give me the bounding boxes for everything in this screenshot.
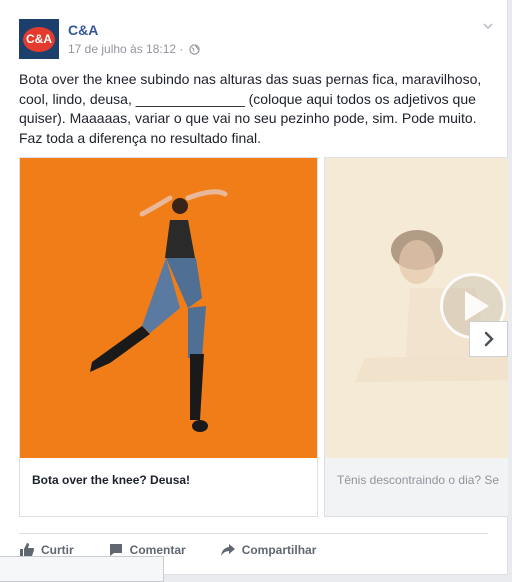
like-label: Curtir (41, 543, 74, 557)
model-figure (90, 189, 228, 432)
comment-label: Comentar (129, 543, 186, 557)
globe-icon (189, 43, 201, 55)
share-button[interactable]: Compartilhar (220, 540, 317, 560)
carousel-card-title-2: Tênis descontraindo o dia? Se (337, 473, 500, 487)
page-avatar[interactable]: C&A (19, 19, 59, 59)
carousel-image-1 (20, 158, 317, 458)
post-timestamp[interactable]: 17 de julho às 18:12 · (68, 42, 183, 56)
post-card: C&A C&A 17 de julho às 18:12 · Bota over… (0, 0, 508, 575)
post-message: Bota over the knee subindo nas alturas d… (19, 71, 482, 146)
brand-logo: C&A (23, 26, 55, 52)
media-carousel: Bota over the knee? Deusa! Tênis descont… (19, 157, 508, 519)
carousel-card-title-1: Bota over the knee? Deusa! (32, 473, 191, 487)
chat-tab[interactable] (0, 556, 164, 582)
carousel-next-button[interactable] (469, 321, 508, 357)
chevron-down-icon[interactable] (482, 20, 494, 32)
page-name-link[interactable]: C&A (68, 22, 98, 38)
chevron-right-icon (484, 331, 494, 347)
carousel-image-2 (325, 158, 508, 458)
post-meta: 17 de julho às 18:12 · (68, 42, 201, 56)
share-label: Compartilhar (241, 543, 317, 557)
actions-divider (19, 533, 488, 534)
share-icon (220, 544, 235, 556)
carousel-card-1[interactable]: Bota over the knee? Deusa! (19, 157, 318, 517)
